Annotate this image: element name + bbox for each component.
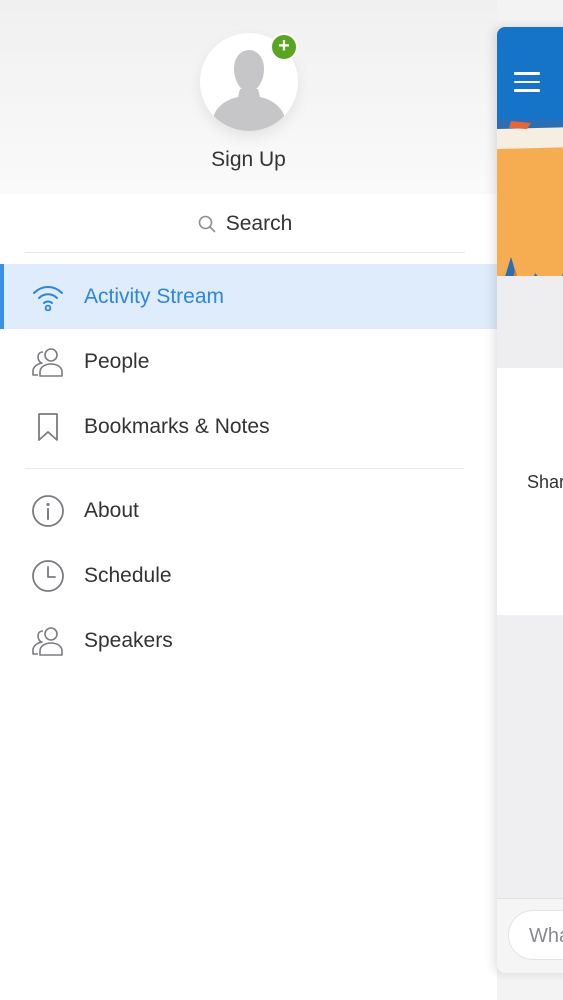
info-icon [32,494,64,527]
search-icon [198,215,216,233]
main-content-panel[interactable]: Shar Wha [497,27,563,973]
wifi-icon [33,285,63,311]
menu-item-label: About [84,498,139,522]
panel-spacer [497,276,563,368]
compose-placeholder: Wha [529,925,563,947]
speaker-icon [32,626,63,656]
search-label: Search [225,212,293,235]
add-photo-icon[interactable]: + [270,33,298,61]
share-card-text: Shar [527,472,563,492]
menu-item-activity-stream[interactable]: Activity Stream [0,264,497,329]
menu-item-speakers[interactable]: Speakers [0,608,497,673]
menu-item-bookmarks-notes[interactable]: Bookmarks & Notes [0,394,497,459]
menu-item-label: Speakers [84,628,173,652]
menu-item-label: Bookmarks & Notes [84,414,270,438]
menu-item-about[interactable]: About [0,478,497,543]
sign-up-link[interactable]: Sign Up [0,148,497,172]
menu-item-label: Activity Stream [84,284,225,308]
profile-header: + Sign Up [0,0,497,194]
share-card[interactable]: Shar [497,368,563,615]
menu-item-schedule[interactable]: Schedule [0,543,497,608]
search-field[interactable]: Search [25,196,465,253]
clock-icon [32,559,64,592]
menu-divider [25,468,464,469]
menu-item-label: People [84,349,150,373]
compose-input[interactable]: Wha [508,910,563,960]
bookmark-icon [38,412,58,441]
app-header [497,27,563,119]
menu-item-label: Schedule [84,563,172,587]
people-icon [32,347,63,377]
menu-icon[interactable] [514,72,540,98]
drawer-menu: Activity Stream People Bookmarks & Notes [0,264,497,673]
compose-bar: Wha [497,898,563,973]
menu-item-people[interactable]: People [0,329,497,394]
navigation-drawer: + Sign Up Search Activity Stream People … [0,0,497,1000]
